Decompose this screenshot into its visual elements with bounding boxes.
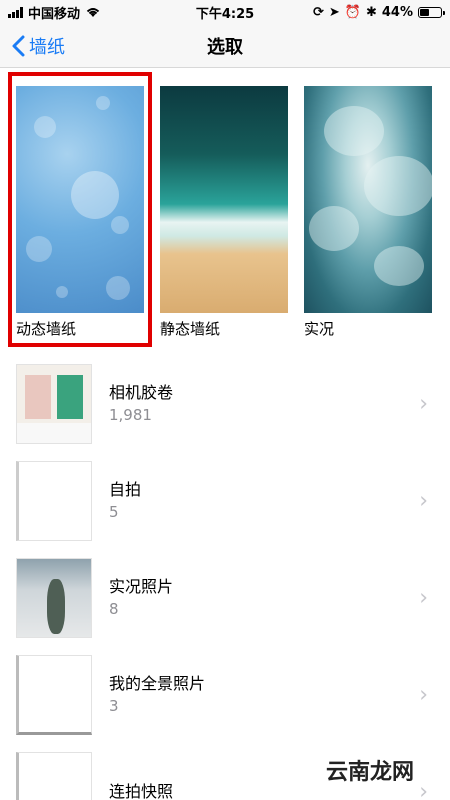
page-title: 选取 bbox=[207, 36, 243, 58]
battery-fill bbox=[420, 8, 429, 16]
album-panoramas[interactable]: 我的全景照片 3 › bbox=[0, 646, 450, 743]
chevron-right-icon: › bbox=[419, 391, 428, 416]
bluetooth-icon: ✱ bbox=[365, 4, 377, 20]
album-name: 我的全景照片 bbox=[109, 673, 206, 693]
album-count: 8 bbox=[109, 599, 119, 618]
album-list: 相机胶卷 1,981 › 自拍 5 › 实况照片 8 › 我的全景照片 3 › bbox=[0, 355, 450, 800]
album-name: 自拍 bbox=[109, 479, 142, 499]
category-dynamic[interactable]: 动态墙纸 bbox=[16, 86, 144, 339]
category-label: 静态墙纸 bbox=[160, 320, 221, 338]
rotation-lock-icon: ⟳ bbox=[312, 4, 324, 20]
status-left: 中国移动 bbox=[8, 3, 101, 22]
time-label: 下午4:25 bbox=[195, 6, 255, 22]
album-thumbnail bbox=[16, 654, 92, 735]
category-still[interactable]: 静态墙纸 bbox=[160, 86, 288, 339]
album-count: 3 bbox=[109, 696, 119, 715]
album-thumbnail bbox=[16, 460, 92, 541]
location-icon: ➤ bbox=[328, 4, 340, 20]
nav-bar: 墙纸 选取 bbox=[0, 24, 450, 68]
album-thumbnail bbox=[16, 751, 92, 800]
album-thumbnail bbox=[16, 363, 92, 444]
back-label: 墙纸 bbox=[29, 37, 65, 58]
album-info: 实况照片 8 bbox=[109, 576, 450, 620]
album-info: 相机胶卷 1,981 bbox=[109, 382, 450, 426]
watermark: 云南龙网 bbox=[325, 760, 414, 785]
chevron-right-icon: › bbox=[419, 585, 428, 610]
wallpaper-categories: 动态墙纸 静态墙纸 实况 bbox=[0, 72, 450, 347]
dynamic-wallpaper-thumb bbox=[16, 86, 144, 313]
album-info: 自拍 5 bbox=[109, 479, 450, 523]
still-wallpaper-thumb bbox=[160, 86, 288, 313]
album-thumbnail bbox=[16, 557, 92, 638]
alarm-icon: ⏰ bbox=[344, 4, 361, 20]
carrier-label: 中国移动 bbox=[28, 6, 81, 22]
album-selfies[interactable]: 自拍 5 › bbox=[0, 452, 450, 549]
album-name: 实况照片 bbox=[109, 576, 174, 596]
status-bar: 中国移动 下午4:25 ⟳ ➤ ⏰ ✱ 44% bbox=[0, 0, 450, 24]
album-count: 5 bbox=[109, 502, 119, 521]
chevron-right-icon: › bbox=[419, 488, 428, 513]
signal-icon bbox=[8, 6, 23, 18]
album-camera-roll[interactable]: 相机胶卷 1,981 › bbox=[0, 355, 450, 452]
album-name: 相机胶卷 bbox=[109, 382, 174, 402]
back-button[interactable]: 墙纸 bbox=[12, 24, 65, 68]
battery-icon bbox=[418, 6, 445, 18]
chevron-left-icon bbox=[12, 35, 25, 57]
chevron-right-icon: › bbox=[419, 779, 428, 800]
wifi-icon bbox=[86, 8, 100, 17]
album-info: 我的全景照片 3 bbox=[109, 673, 450, 717]
category-label: 实况 bbox=[304, 320, 335, 338]
status-right: ⟳ ➤ ⏰ ✱ 44% bbox=[312, 4, 445, 20]
album-count: 1,981 bbox=[109, 405, 152, 424]
chevron-right-icon: › bbox=[419, 682, 428, 707]
album-live-photos[interactable]: 实况照片 8 › bbox=[0, 549, 450, 646]
category-live[interactable]: 实况 bbox=[304, 86, 432, 339]
category-label: 动态墙纸 bbox=[16, 320, 77, 338]
battery-percent: 44% bbox=[381, 4, 413, 20]
live-wallpaper-thumb bbox=[304, 86, 432, 313]
